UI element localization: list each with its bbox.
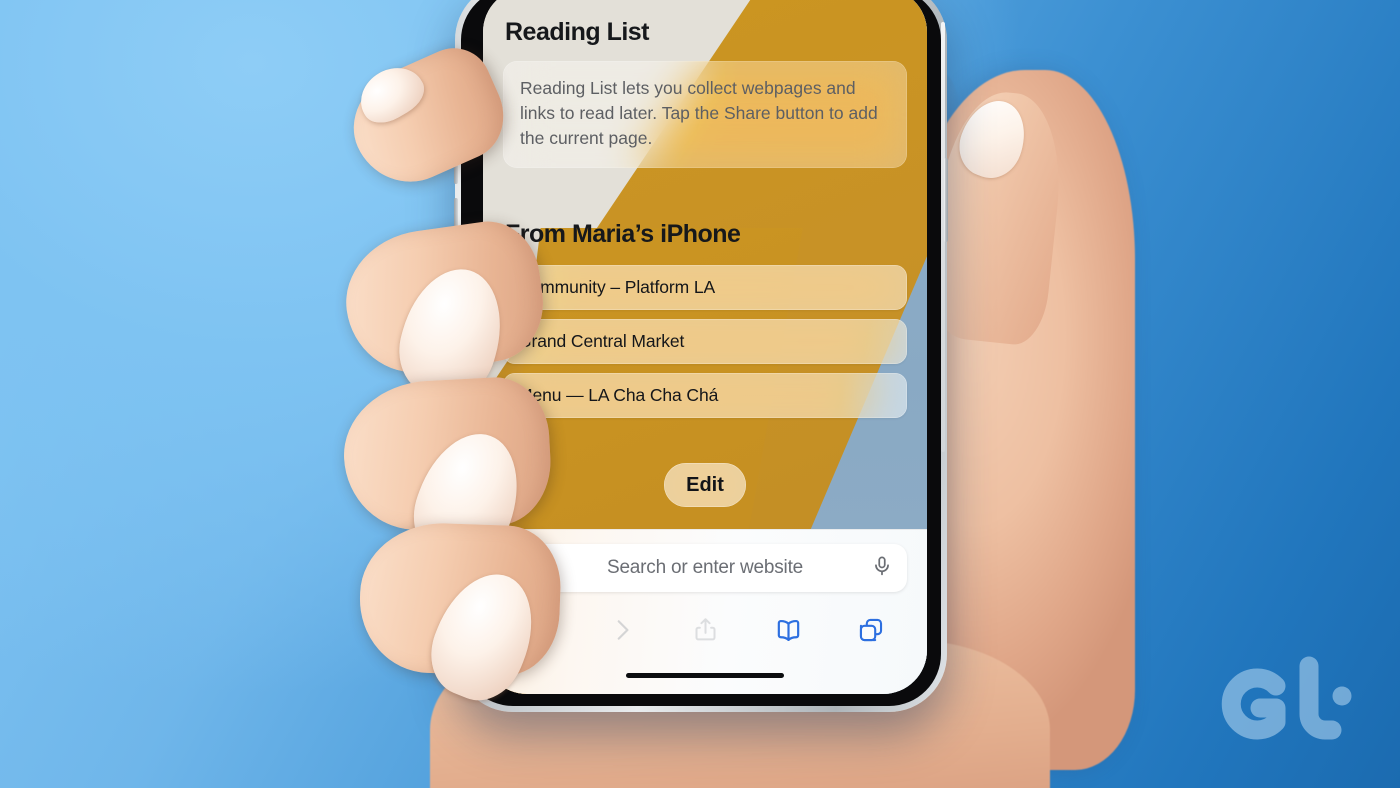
address-bar-placeholder: Search or enter website [606, 557, 804, 578]
list-item-label: Menu — LA Cha Cha Chá [518, 385, 719, 406]
volume-up-button[interactable] [454, 132, 458, 184]
tabs-icon [857, 616, 885, 647]
phone-screen: Reading List Reading List lets you colle… [483, 0, 927, 694]
tabs-button[interactable] [845, 609, 897, 653]
safari-bottom-chrome: Search or enter website [483, 529, 927, 694]
back-button[interactable] [513, 609, 565, 653]
browser-toolbar [497, 606, 913, 656]
edit-row: Edit [503, 463, 907, 508]
bookmarks-button[interactable] [762, 609, 814, 653]
iphone-device: Reading List Reading List lets you colle… [454, 0, 948, 712]
edit-button[interactable]: Edit [664, 463, 746, 508]
phone-bezel: Reading List Reading List lets you colle… [461, 0, 941, 706]
scene-background: Reading List Reading List lets you colle… [0, 0, 1400, 788]
list-item[interactable]: Community – Platform LA [503, 265, 907, 311]
index-fingernail [350, 56, 432, 132]
silent-switch[interactable] [454, 78, 458, 104]
reading-list-info-card: Reading List lets you collect webpages a… [503, 61, 907, 169]
list-item-label: Grand Central Market [518, 331, 685, 352]
share-icon [692, 616, 719, 646]
list-item-label: Community – Platform LA [518, 277, 716, 298]
from-device-list: Community – Platform LA Grand Central Ma… [503, 265, 907, 419]
from-device-title: From Maria’s iPhone [505, 220, 741, 249]
address-bar[interactable]: Search or enter website [503, 544, 907, 592]
volume-down-button[interactable] [454, 198, 458, 250]
chevron-left-icon [526, 617, 552, 646]
microphone-icon[interactable] [871, 555, 893, 582]
reading-list-title: Reading List [505, 18, 650, 46]
share-button[interactable] [679, 609, 731, 653]
power-button[interactable] [944, 158, 948, 242]
thumb-nail [950, 91, 1036, 187]
forward-button[interactable] [596, 609, 648, 653]
book-icon [774, 615, 803, 647]
reading-list-description: Reading List lets you collect webpages a… [520, 78, 878, 149]
chevron-right-icon [609, 617, 635, 646]
guiding-tech-watermark [1214, 652, 1364, 756]
list-item[interactable]: Grand Central Market [503, 319, 907, 365]
home-indicator [626, 672, 784, 678]
list-item[interactable]: Menu — LA Cha Cha Chá [503, 373, 907, 419]
search-icon [517, 555, 539, 582]
